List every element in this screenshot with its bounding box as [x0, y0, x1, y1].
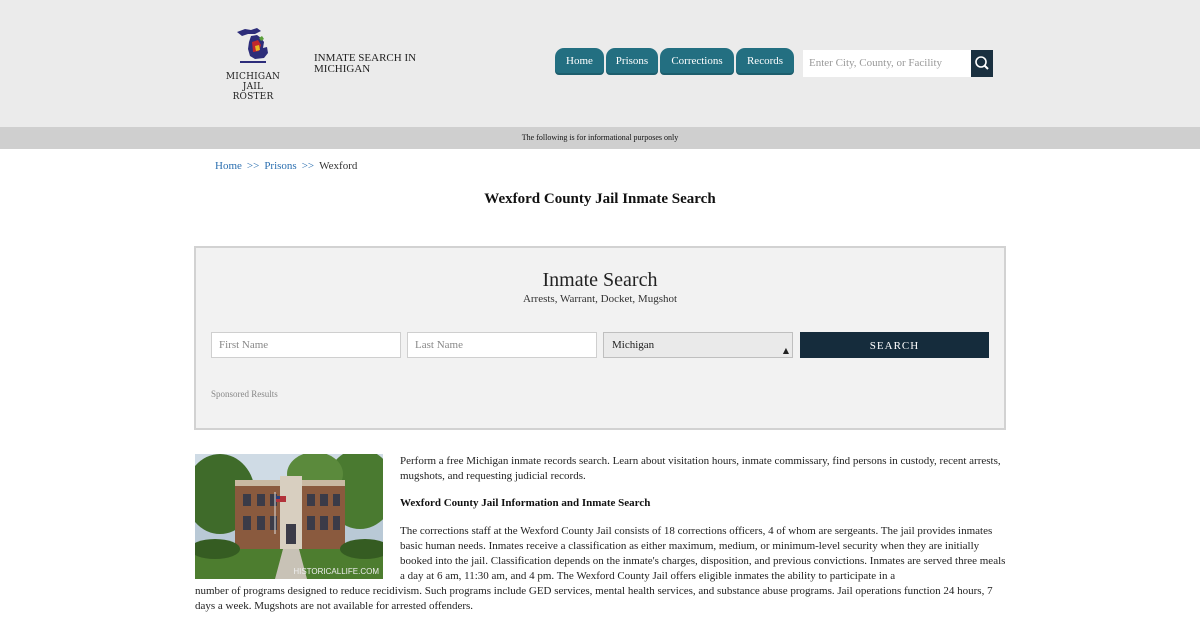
- section-heading: Wexford County Jail Information and Inma…: [400, 497, 651, 509]
- jail-building-photo: HISTORICALLIFE.COM: [195, 454, 383, 579]
- page-title: Wexford County Jail Inmate Search: [484, 191, 716, 207]
- intro-paragraph: Perform a free Michigan inmate records s…: [400, 455, 1001, 482]
- last-name-input[interactable]: Last Name: [407, 332, 597, 358]
- search-button[interactable]: SEARCH: [800, 332, 989, 358]
- facility-search-button[interactable]: [971, 50, 993, 77]
- breadcrumb-home[interactable]: Home: [215, 160, 242, 172]
- photo-caption: HISTORICALLIFE.COM: [293, 567, 379, 576]
- search-icon: [975, 56, 989, 70]
- state-select[interactable]: Michigan ▲: [603, 332, 793, 358]
- nav-prisons[interactable]: Prisons: [606, 48, 658, 75]
- panel-title: Inmate Search: [542, 269, 658, 291]
- michigan-map-icon: [237, 28, 268, 63]
- breadcrumb-current: Wexford: [319, 160, 358, 172]
- sponsored-results-label: Sponsored Results: [211, 389, 278, 399]
- nav-home[interactable]: Home: [555, 48, 604, 75]
- inmate-search-panel: Inmate Search Arrests, Warrant, Docket, …: [194, 246, 1006, 430]
- site-title[interactable]: INMATE SEARCH IN MICHIGAN: [314, 53, 434, 75]
- nav-records[interactable]: Records: [736, 48, 794, 75]
- facility-search-input[interactable]: Enter City, County, or Facility: [803, 50, 971, 77]
- breadcrumb-separator: >>: [246, 160, 260, 172]
- select-arrows-icon: ▲: [782, 346, 789, 355]
- info-banner: The following is for informational purpo…: [0, 127, 1200, 149]
- state-select-value: Michigan: [612, 339, 655, 351]
- logo-line-2: JAIL ROSTER: [232, 82, 274, 102]
- site-header: MICHIGAN JAIL ROSTER INMATE SEARCH IN MI…: [0, 0, 1200, 127]
- first-name-input[interactable]: First Name: [211, 332, 401, 358]
- breadcrumb: Home >> Prisons >> Wexford: [215, 160, 357, 172]
- building-image: [195, 454, 383, 579]
- panel-subtitle: Arrests, Warrant, Docket, Mugshot: [522, 293, 678, 305]
- body-paragraph-top: The corrections staff at the Wexford Cou…: [400, 525, 1006, 582]
- body-paragraph-bottom: number of programs designed to reduce re…: [195, 585, 993, 612]
- breadcrumb-prisons[interactable]: Prisons: [264, 160, 296, 172]
- site-logo[interactable]: MICHIGAN JAIL ROSTER: [222, 20, 284, 102]
- nav-corrections[interactable]: Corrections: [660, 48, 734, 75]
- logo-line-1: MICHIGAN: [225, 72, 281, 82]
- breadcrumb-separator: >>: [301, 160, 315, 172]
